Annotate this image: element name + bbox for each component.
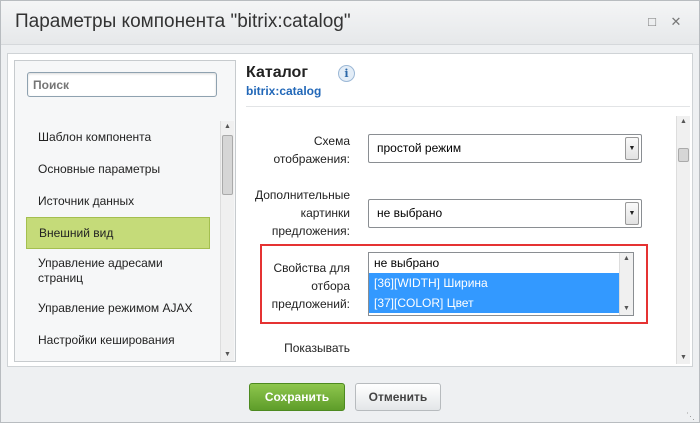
scroll-up-icon[interactable]: ▲ bbox=[620, 253, 633, 265]
field-label-offer-properties: Свойства для отбора предложений: bbox=[271, 261, 350, 311]
field-label-show: Показывать bbox=[284, 341, 350, 355]
scroll-down-icon[interactable]: ▼ bbox=[677, 352, 690, 364]
scroll-up-icon[interactable]: ▲ bbox=[677, 116, 690, 128]
sidebar-item-appearance[interactable]: Внешний вид bbox=[26, 217, 210, 249]
parameters-form: Схема отображения: простой режим ▼ Допол… bbox=[246, 116, 674, 368]
select-value: простой режим bbox=[377, 141, 462, 155]
divider bbox=[246, 106, 690, 107]
scroll-down-icon[interactable]: ▼ bbox=[620, 303, 633, 315]
sidebar-item-data-source[interactable]: Источник данных bbox=[26, 185, 210, 217]
sidebar-item-label: Управление режимом AJAX bbox=[38, 300, 193, 315]
resize-grip-icon[interactable]: ⋱ bbox=[686, 411, 696, 421]
sidebar-item-label: Основные параметры bbox=[38, 161, 161, 176]
listbox-scrollbar[interactable]: ▲ ▼ bbox=[619, 253, 633, 315]
sidebar-item-label: Шаблон компонента bbox=[38, 129, 152, 144]
dialog-content: Шаблон компонента Основные параметры Ист… bbox=[7, 53, 693, 367]
close-icon[interactable]: ✕ bbox=[669, 15, 683, 29]
dialog-title: Параметры компонента "bitrix:catalog" bbox=[15, 11, 351, 32]
info-icon[interactable]: i bbox=[338, 65, 355, 82]
sidebar-item-cache[interactable]: Настройки кеширования bbox=[26, 324, 210, 356]
field-label-offer-pictures: Дополнительные картинки предложения: bbox=[255, 188, 350, 238]
scroll-down-icon[interactable]: ▼ bbox=[221, 349, 234, 361]
sidebar-item-label: Внешний вид bbox=[39, 225, 114, 240]
chevron-down-icon[interactable]: ▼ bbox=[625, 137, 639, 160]
sidebar-item-sef[interactable]: Управление адресами страниц bbox=[26, 249, 210, 292]
sidebar-item-label: Источник данных bbox=[38, 193, 135, 208]
sidebar-item-basic[interactable]: Основные параметры bbox=[26, 153, 210, 185]
sidebar-item-label: Настройки кеширования bbox=[38, 332, 175, 347]
offer-properties-listbox[interactable]: не выбрано [36][WIDTH] Ширина [37][COLOR… bbox=[368, 252, 634, 316]
dialog-footer: Сохранить Отменить ⋱ bbox=[1, 371, 699, 423]
cancel-button[interactable]: Отменить bbox=[355, 383, 441, 411]
form-scrollbar[interactable]: ▲ ▼ bbox=[676, 116, 690, 364]
sidebar-scrollbar[interactable]: ▲ ▼ bbox=[220, 121, 234, 361]
sidebar-nav: Шаблон компонента Основные параметры Ист… bbox=[26, 121, 210, 356]
search-input[interactable] bbox=[27, 72, 217, 97]
view-mode-select[interactable]: простой режим ▼ bbox=[368, 134, 642, 163]
sidebar-item-ajax[interactable]: Управление режимом AJAX bbox=[26, 292, 210, 324]
save-button[interactable]: Сохранить bbox=[249, 383, 345, 411]
field-label-view-mode: Схема отображения: bbox=[273, 134, 350, 166]
component-code: bitrix:catalog bbox=[246, 84, 322, 98]
scroll-thumb[interactable] bbox=[222, 135, 233, 195]
list-option-selected[interactable]: [36][WIDTH] Ширина bbox=[369, 273, 620, 293]
sidebar: Шаблон компонента Основные параметры Ист… bbox=[14, 60, 236, 362]
chevron-down-icon[interactable]: ▼ bbox=[625, 202, 639, 225]
offer-pictures-select[interactable]: не выбрано ▼ bbox=[368, 199, 642, 228]
list-option-selected[interactable]: [37][COLOR] Цвет bbox=[369, 293, 620, 313]
component-parameters-dialog: Параметры компонента "bitrix:catalog" □ … bbox=[0, 0, 700, 423]
page-title: Каталог bbox=[246, 64, 308, 81]
select-value: не выбрано bbox=[377, 206, 443, 220]
sidebar-item-template[interactable]: Шаблон компонента bbox=[26, 121, 210, 153]
list-option[interactable]: не выбрано bbox=[369, 253, 633, 273]
title-bar[interactable]: Параметры компонента "bitrix:catalog" □ … bbox=[1, 1, 699, 45]
sidebar-item-label: Управление адресами страниц bbox=[38, 255, 163, 285]
scroll-up-icon[interactable]: ▲ bbox=[221, 121, 234, 133]
maximize-icon[interactable]: □ bbox=[645, 15, 659, 29]
scroll-thumb[interactable] bbox=[678, 148, 689, 162]
